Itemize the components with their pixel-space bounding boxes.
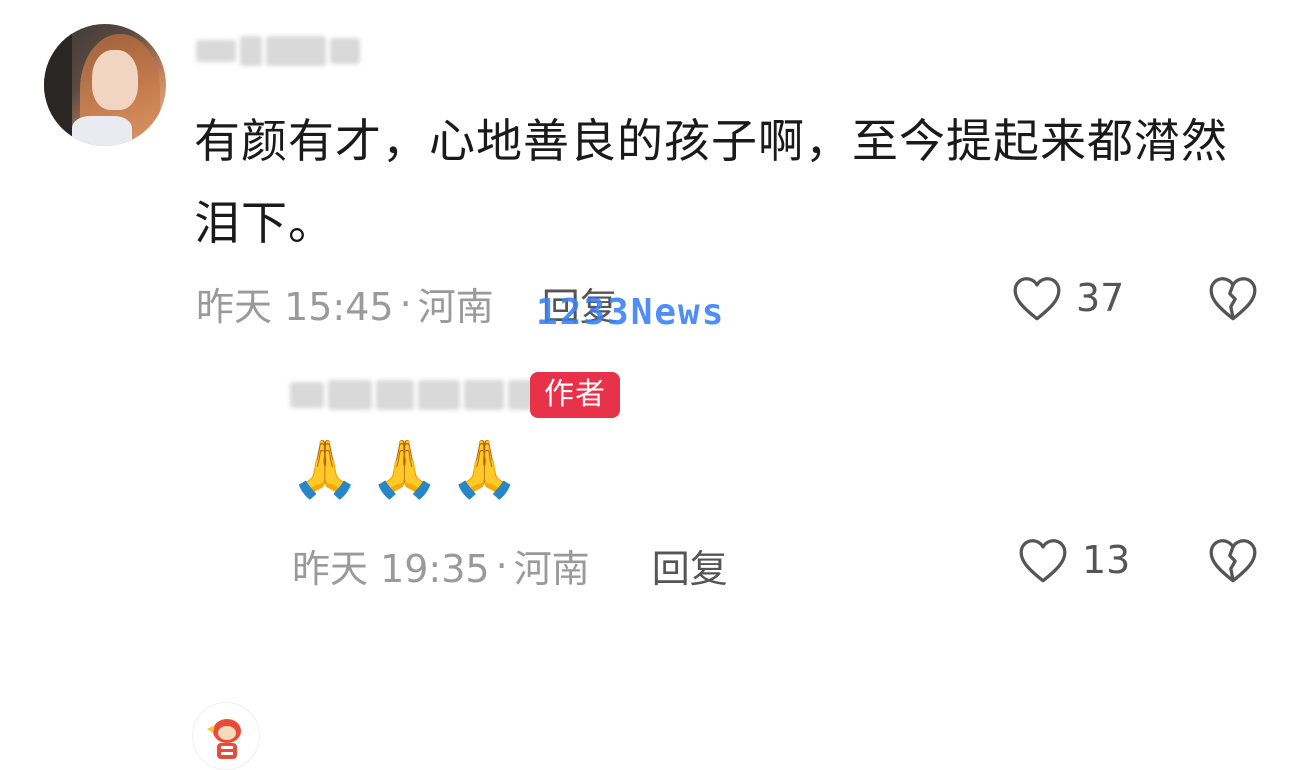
reply-dislike-button[interactable]: [1206, 536, 1260, 584]
dislike-button[interactable]: [1206, 274, 1260, 322]
like-count: 37: [1076, 276, 1125, 320]
comment-text: 有颜有才，心地善良的孩子啊，至今提起来都潸然泪下。: [194, 114, 1228, 250]
reply-location: 河南: [513, 547, 590, 591]
username-blurred[interactable]: [196, 36, 360, 66]
reply-time: 昨天 19:35: [292, 547, 490, 591]
reply-reply-button[interactable]: 回复: [652, 538, 728, 593]
avatar-shirt: [72, 116, 132, 146]
reply-avatar[interactable]: [192, 702, 260, 770]
reply-like-count: 13: [1082, 538, 1131, 582]
broken-heart-icon: [1209, 277, 1257, 321]
reply-username-blurred[interactable]: [290, 380, 552, 410]
comment-item: 有颜有才，心地善良的孩子啊，至今提起来都潸然泪下。 昨天 15:45 · 河南 …: [0, 0, 1296, 340]
author-badge: 作者: [530, 372, 620, 418]
avatar-background: [44, 24, 72, 146]
cartoon-avatar-icon: [194, 704, 258, 768]
comment-time: 昨天 15:45: [196, 285, 394, 329]
meta-separator: ·: [399, 281, 412, 326]
reply-text: 🙏🙏🙏: [290, 437, 530, 502]
avatar-face: [92, 50, 138, 110]
watermark: 1233News: [536, 292, 726, 333]
like-button[interactable]: 37: [1010, 274, 1124, 322]
reply-item: 作者 🙏🙏🙏 昨天 19:35 · 河南 回复 13: [0, 340, 1296, 770]
heart-outline-icon: [1013, 277, 1061, 321]
reply-like-button[interactable]: 13: [1016, 536, 1130, 584]
broken-heart-icon: [1209, 539, 1257, 583]
heart-outline-icon: [1019, 539, 1067, 583]
meta-separator: ·: [495, 543, 508, 588]
comment-location: 河南: [417, 285, 494, 329]
reply-meta: 昨天 19:35 · 河南 回复: [292, 538, 728, 593]
avatar[interactable]: [44, 24, 166, 146]
